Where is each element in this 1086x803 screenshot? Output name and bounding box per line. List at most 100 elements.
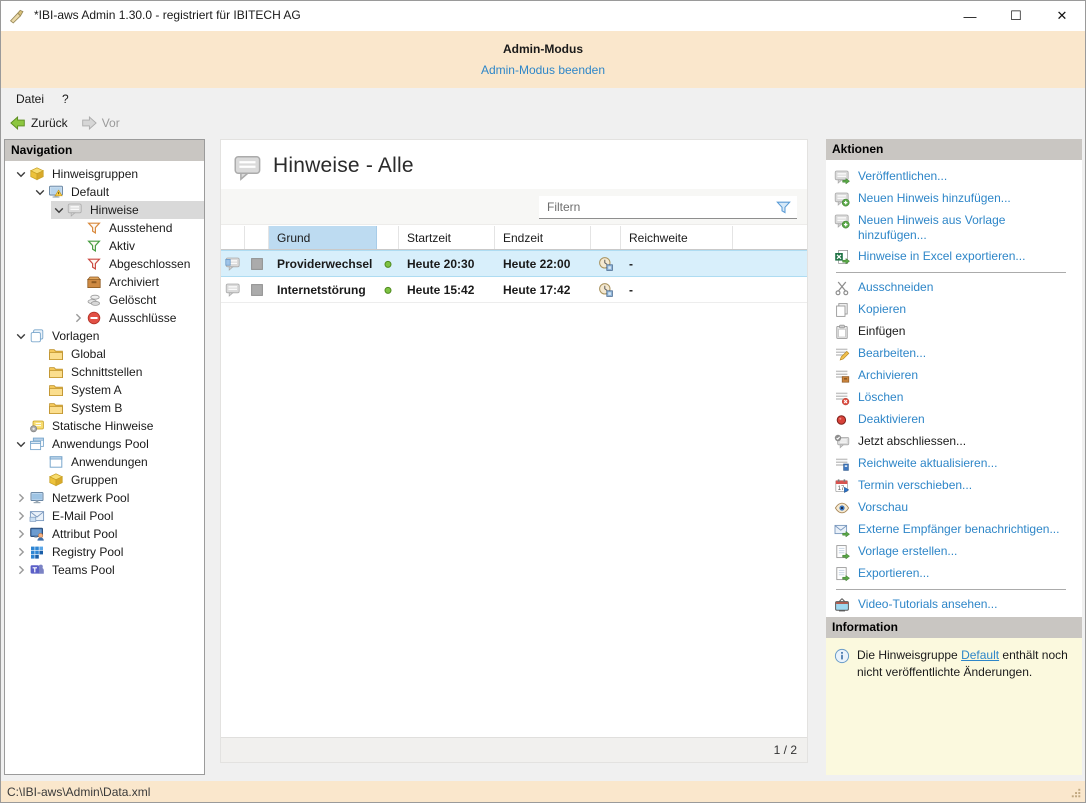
export-icon: [834, 566, 850, 582]
templates-icon: [29, 328, 45, 344]
action-ausschneiden[interactable]: Ausschneiden: [834, 277, 1078, 299]
tree-item-schnittstellen[interactable]: Schnittstellen: [32, 363, 204, 381]
default-group-link[interactable]: Default: [961, 648, 999, 662]
tree-item-system-b[interactable]: System B: [32, 399, 204, 417]
action-externe-empf-nger-benachrichtigen[interactable]: Externe Empfänger benachrichtigen...: [834, 519, 1078, 541]
tree-item-netzwerk-pool[interactable]: Netzwerk Pool: [13, 489, 204, 507]
action-exportieren[interactable]: Exportieren...: [834, 563, 1078, 585]
tree-item-statische-hinweise[interactable]: Statische Hinweise: [13, 417, 204, 435]
back-button-label: Zurück: [31, 116, 68, 130]
chevron-down-icon[interactable]: [13, 436, 29, 452]
tree-item-global[interactable]: Global: [32, 345, 204, 363]
chevron-right-icon[interactable]: [70, 310, 86, 326]
data-file-path: C:\IBI-aws\Admin\Data.xml: [7, 785, 151, 799]
chevron-right-icon[interactable]: [13, 562, 29, 578]
column-header-startzeit[interactable]: Startzeit: [399, 226, 495, 249]
admin-mode-title: Admin-Modus: [503, 42, 583, 56]
column-header-empty[interactable]: [591, 226, 621, 249]
square-icon: [249, 282, 265, 298]
chevron-right-icon[interactable]: [13, 526, 29, 542]
menu-help[interactable]: ?: [53, 92, 78, 106]
navigation-header: Navigation: [5, 140, 204, 161]
back-arrow-icon: [10, 115, 26, 131]
action-vorlage-erstellen[interactable]: Vorlage erstellen...: [834, 541, 1078, 563]
admin-mode-exit-link[interactable]: Admin-Modus beenden: [481, 63, 605, 77]
deactivate-icon: [834, 412, 850, 428]
tree-item-teams-pool[interactable]: Teams Pool: [13, 561, 204, 579]
tree-item-e-mail-pool[interactable]: E-Mail Pool: [13, 507, 204, 525]
chevron-down-icon[interactable]: [13, 328, 29, 344]
maximize-button[interactable]: ☐: [993, 1, 1039, 31]
resize-grip-icon[interactable]: [1071, 788, 1084, 801]
table-header-row: Grund Startzeit Endzeit Reichweite: [221, 226, 807, 250]
column-header-empty[interactable]: [377, 226, 399, 249]
filter-funnel-icon[interactable]: [775, 199, 792, 216]
tree-item-anwendungen[interactable]: Anwendungen: [32, 453, 204, 471]
dot-green-icon: [380, 256, 396, 272]
window-icon: [48, 454, 64, 470]
column-header-reichweite[interactable]: Reichweite: [621, 226, 733, 249]
action-hinweise-in-excel-exportieren[interactable]: Hinweise in Excel exportieren...: [834, 246, 1078, 268]
chevron-down-icon[interactable]: [51, 202, 67, 218]
action-ver-ffentlichen[interactable]: Veröffentlichen...: [834, 166, 1078, 188]
action-l-schen[interactable]: Löschen: [834, 387, 1078, 409]
action-kopieren[interactable]: Kopieren: [834, 299, 1078, 321]
back-button[interactable]: Zurück: [7, 114, 71, 132]
chevron-right-icon[interactable]: [13, 508, 29, 524]
forward-button-label: Vor: [101, 116, 120, 130]
column-header-empty[interactable]: [245, 226, 269, 249]
chevron-down-icon[interactable]: [32, 184, 48, 200]
action-reichweite-aktualisieren[interactable]: Reichweite aktualisieren...: [834, 453, 1078, 475]
tree-item-default[interactable]: Default: [32, 183, 204, 201]
tree-item-abgeschlossen[interactable]: Abgeschlossen: [70, 255, 204, 273]
action-label: Löschen: [858, 390, 904, 404]
action-label: Ausschneiden: [858, 280, 934, 294]
tree-item-ausstehend[interactable]: Ausstehend: [70, 219, 204, 237]
actions-header: Aktionen: [826, 139, 1082, 160]
chevron-down-icon[interactable]: [13, 166, 29, 182]
action-neuen-hinweis-aus-vorlage-hinzuf-gen[interactable]: Neuen Hinweis aus Vorlage hinzufügen...: [834, 210, 1078, 246]
tree-item-anwendungs-pool[interactable]: Anwendungs Pool: [13, 435, 204, 453]
archive-box-icon: [86, 274, 102, 290]
tree-item-gel-scht[interactable]: Gelöscht: [70, 291, 204, 309]
tree-item-attribut-pool[interactable]: Attribut Pool: [13, 525, 204, 543]
close-button[interactable]: ✕: [1039, 1, 1085, 31]
action-termin-verschieben[interactable]: 17 Termin verschieben...: [834, 475, 1078, 497]
action-deaktivieren[interactable]: Deaktivieren: [834, 409, 1078, 431]
nav-tree: Hinweisgruppen Default Hinweise Ausstehend A…: [5, 161, 204, 579]
tree-item-ausschl-sse[interactable]: Ausschlüsse: [70, 309, 204, 327]
tree-item-system-a[interactable]: System A: [32, 381, 204, 399]
minimize-button[interactable]: —: [947, 1, 993, 31]
chevron-right-icon[interactable]: [13, 544, 29, 560]
tree-item-label: Vorlagen: [52, 329, 100, 343]
chevron-right-icon[interactable]: [13, 490, 29, 506]
clock-icon: [598, 282, 614, 298]
table-row-providerwechsel[interactable]: Providerwechsel Heute 20:30 Heute 22:00 -: [221, 250, 807, 277]
forward-button[interactable]: Vor: [78, 114, 123, 132]
cell-grund: Providerwechsel: [277, 256, 373, 271]
tree-item-gruppen[interactable]: Gruppen: [32, 471, 204, 489]
action-bearbeiten[interactable]: Bearbeiten...: [834, 343, 1078, 365]
table-row-internetst-rung[interactable]: Internetstörung Heute 15:42 Heute 17:42 -: [221, 277, 807, 303]
actions-list: Veröffentlichen... Neuen Hinweis hinzufüg…: [826, 160, 1082, 616]
action-jetzt-abschliessen[interactable]: Jetzt abschliessen...: [834, 431, 1078, 453]
action-neuen-hinweis-hinzuf-gen[interactable]: Neuen Hinweis hinzufügen...: [834, 188, 1078, 210]
tree-item-label: Teams Pool: [52, 563, 115, 577]
column-header-empty[interactable]: [221, 226, 245, 249]
menu-datei[interactable]: Datei: [7, 92, 53, 106]
action-archivieren[interactable]: Archivieren: [834, 365, 1078, 387]
tree-item-hinweisgruppen[interactable]: Hinweisgruppen: [13, 165, 204, 183]
column-header-grund[interactable]: Grund: [269, 226, 377, 249]
tree-item-aktiv[interactable]: Aktiv: [70, 237, 204, 255]
column-header-endzeit[interactable]: Endzeit: [495, 226, 591, 249]
filter-input[interactable]: [539, 199, 775, 215]
tree-item-hinweise[interactable]: Hinweise: [51, 201, 204, 219]
tree-item-vorlagen[interactable]: Vorlagen: [13, 327, 204, 345]
preview-icon: [834, 500, 850, 516]
action-label: Reichweite aktualisieren...: [858, 456, 998, 470]
tree-item-registry-pool[interactable]: Registry Pool: [13, 543, 204, 561]
action-einf-gen[interactable]: Einfügen: [834, 321, 1078, 343]
action-vorschau[interactable]: Vorschau: [834, 497, 1078, 519]
publish-icon: [834, 169, 850, 185]
tree-item-archiviert[interactable]: Archiviert: [70, 273, 204, 291]
